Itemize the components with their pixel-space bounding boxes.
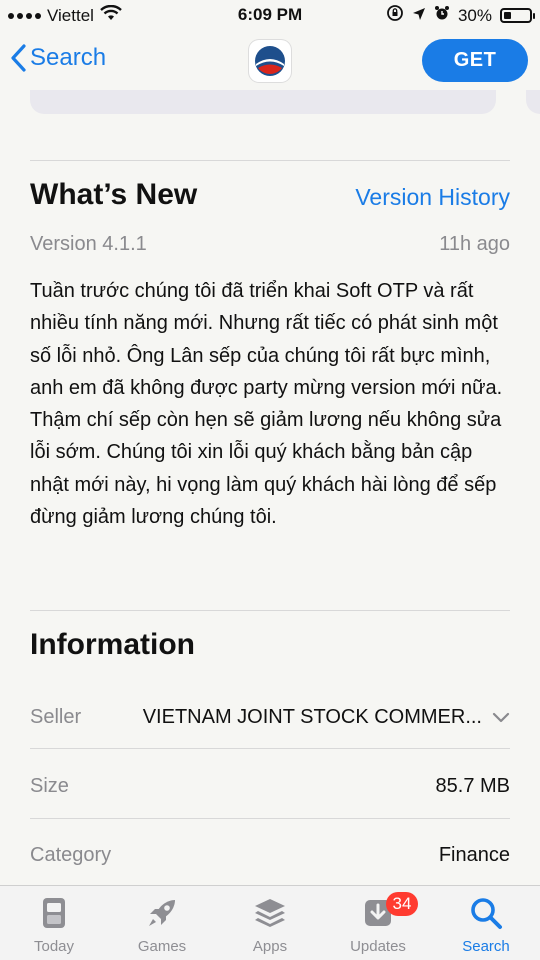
- tab-search[interactable]: Search: [432, 886, 540, 960]
- section-divider: [30, 160, 510, 161]
- app-icon[interactable]: [249, 40, 291, 82]
- get-button[interactable]: GET: [422, 39, 528, 82]
- section-divider: [30, 610, 510, 611]
- info-value: 85.7 MB: [435, 775, 510, 797]
- preview-card[interactable]: [30, 90, 496, 114]
- alarm-icon: [434, 5, 450, 26]
- tab-label: Apps: [252, 938, 288, 955]
- battery-icon: [500, 8, 535, 23]
- version-age: 11h ago: [439, 233, 510, 255]
- chevron-left-icon: [11, 44, 26, 72]
- search-icon: [471, 898, 502, 929]
- orientation-lock-icon: [386, 4, 404, 27]
- tab-games[interactable]: Games: [108, 886, 216, 960]
- back-button-label: Search: [30, 44, 107, 71]
- info-row-seller[interactable]: Seller VIETNAM JOINT STOCK COMMER...: [30, 698, 510, 738]
- today-icon: [43, 898, 65, 928]
- status-bar: Viettel 6:09 PM 30%: [0, 0, 540, 32]
- tab-label: Games: [137, 938, 187, 955]
- version-history-link[interactable]: Version History: [355, 184, 510, 211]
- information-heading: Information: [30, 628, 195, 661]
- chevron-down-icon[interactable]: [492, 712, 510, 724]
- version-number: Version 4.1.1: [30, 233, 147, 255]
- info-key: Size: [30, 775, 69, 797]
- location-icon: [412, 6, 426, 26]
- info-key: Seller: [30, 706, 82, 728]
- release-notes: Tuần trước chúng tôi đã triển khai Soft …: [30, 280, 503, 529]
- info-key: Category: [30, 844, 112, 866]
- tab-updates[interactable]: 34 Updates: [324, 886, 432, 960]
- tab-apps[interactable]: Apps: [216, 886, 324, 960]
- tab-today[interactable]: Today: [0, 886, 108, 960]
- preview-card-next[interactable]: [526, 90, 540, 114]
- back-button[interactable]: Search: [10, 44, 106, 72]
- tab-bar: Today Games Apps 34 Updates Search: [0, 885, 540, 960]
- row-divider: [30, 818, 510, 819]
- info-value: Finance: [438, 844, 510, 866]
- info-row-size: Size 85.7 MB: [30, 767, 510, 807]
- info-value: VIETNAM JOINT STOCK COMMER...: [142, 706, 482, 728]
- navigation-bar: Search GET: [0, 32, 540, 90]
- info-row-category: Category Finance: [30, 836, 510, 876]
- updates-badge: 34: [386, 892, 418, 916]
- whats-new-heading: What’s New: [30, 178, 198, 211]
- tab-label: Search: [462, 938, 510, 955]
- battery-percent: 30%: [457, 5, 492, 25]
- layers-icon: [255, 899, 285, 927]
- tab-label: Updates: [350, 938, 406, 955]
- rocket-icon: [149, 900, 175, 926]
- row-divider: [30, 748, 510, 749]
- tab-label: Today: [33, 938, 75, 955]
